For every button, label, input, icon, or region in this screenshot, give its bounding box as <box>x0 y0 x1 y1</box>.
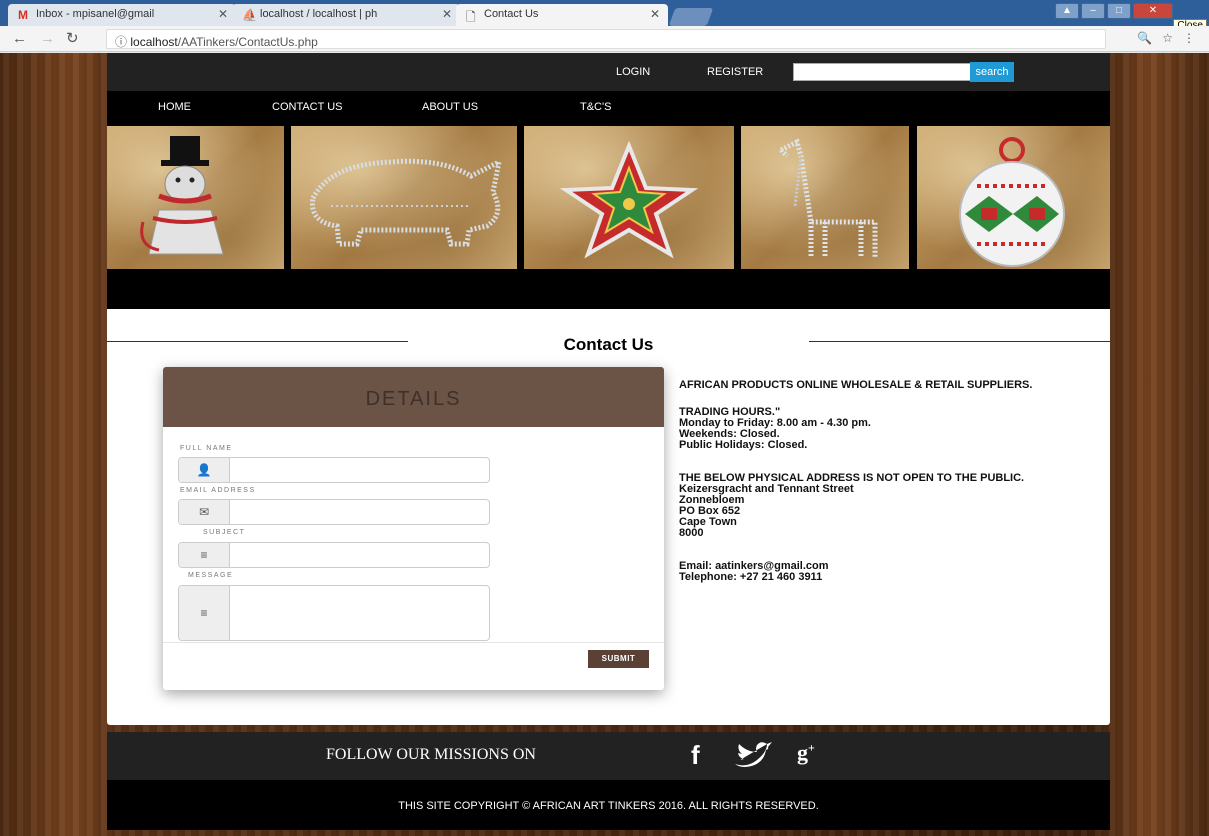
form-footer-divider <box>163 642 664 643</box>
site-container: LOGIN REGISTER search HOME CONTACT US AB… <box>107 53 1110 725</box>
address-city: Cape Town <box>679 516 737 528</box>
bauble-ornament-image <box>917 126 1110 269</box>
address-code: 8000 <box>679 527 704 539</box>
zoom-icon[interactable]: 🔍 <box>1137 31 1152 45</box>
subject-field[interactable]: ≡ <box>178 542 490 568</box>
tab-label: Inbox - mpisanel@gmail <box>36 8 155 20</box>
close-tab-icon[interactable]: ✕ <box>650 7 660 21</box>
hours-holiday: Public Holidays: Closed. <box>679 439 808 451</box>
search-button[interactable]: search <box>970 62 1014 82</box>
address-bar[interactable]: ⓘ localhost/AATinkers/ContactUs.php <box>106 29 1106 49</box>
full-name-label: FULL NAME <box>180 445 233 452</box>
snowman-ornament-image <box>107 126 284 269</box>
rhino-ornament-image <box>291 126 517 269</box>
register-link[interactable]: REGISTER <box>707 66 763 78</box>
browser-tab-gmail[interactable]: M Inbox - mpisanel@gmail ✕ <box>8 4 236 26</box>
lines-icon: ≡ <box>179 543 230 567</box>
page-viewport: LOGIN REGISTER search HOME CONTACT US AB… <box>0 53 1209 836</box>
info-heading: AFRICAN PRODUCTS ONLINE WHOLESALE & RETA… <box>679 379 1033 391</box>
maximize-icon[interactable]: □ <box>1107 3 1131 19</box>
copyright-footer: THIS SITE COPYRIGHT © AFRICAN ART TINKER… <box>107 780 1110 830</box>
giraffe-ornament-image <box>741 126 909 269</box>
tab-label: localhost / localhost | ph <box>260 8 378 20</box>
browser-tab-contact[interactable]: 🗋 Contact Us ✕ <box>456 4 668 26</box>
page-title: Contact Us <box>563 335 654 354</box>
banner-spacer <box>107 269 1110 309</box>
contact-form-card: DETAILS FULL NAME 👤 EMAIL ADDRESS ✉ SUBJ… <box>163 367 664 690</box>
close-window-icon[interactable]: ✕ <box>1133 3 1173 19</box>
submit-button[interactable]: SUBMIT <box>588 650 649 668</box>
star-icon[interactable]: ☆ <box>1162 31 1173 45</box>
url-path: /AATinkers/ContactUs.php <box>177 35 318 49</box>
envelope-icon: ✉ <box>179 500 230 524</box>
follow-text: FOLLOW OUR MISSIONS ON <box>326 746 536 763</box>
browser-tab-strip: M Inbox - mpisanel@gmail ✕ ⛵ localhost /… <box>0 0 1209 32</box>
contact-section: Contact Us DETAILS FULL NAME 👤 EMAIL ADD… <box>107 309 1110 725</box>
minimize-icon[interactable]: – <box>1081 3 1105 19</box>
close-tab-icon[interactable]: ✕ <box>442 7 452 21</box>
browser-actions: 🔍 ☆ ⋮ <box>1137 31 1195 45</box>
url-host: localhost <box>130 35 178 49</box>
window-controls: ▲ – □ ✕ <box>1055 3 1173 19</box>
contact-telephone: Telephone: +27 21 460 3911 <box>679 571 823 583</box>
user-icon[interactable]: ▲ <box>1055 3 1079 19</box>
tab-label: Contact Us <box>484 8 539 20</box>
address-po: PO Box 652 <box>679 505 741 517</box>
close-tab-icon[interactable]: ✕ <box>218 7 228 21</box>
google-plus-icon[interactable]: g+ <box>797 740 815 766</box>
forward-arrow-icon[interactable]: → <box>40 31 55 46</box>
nav-terms[interactable]: T&C'S <box>580 101 611 113</box>
full-name-field[interactable]: 👤 <box>178 457 490 483</box>
menu-icon[interactable]: ⋮ <box>1183 31 1195 45</box>
lines-icon: ≡ <box>179 586 230 640</box>
form-header: DETAILS <box>163 367 664 427</box>
reload-icon[interactable]: ↻ <box>66 31 79 46</box>
message-textarea[interactable]: ≡ <box>178 585 490 641</box>
subject-label: SUBJECT <box>203 529 246 536</box>
twitter-icon[interactable] <box>733 740 773 773</box>
nav-home[interactable]: HOME <box>158 101 191 113</box>
user-icon: 👤 <box>179 458 230 482</box>
email-label: EMAIL ADDRESS <box>180 487 256 494</box>
top-bar: LOGIN REGISTER search <box>107 53 1110 91</box>
product-banner <box>107 126 1110 269</box>
facebook-icon[interactable]: f <box>691 740 700 771</box>
new-tab-button[interactable] <box>668 8 714 26</box>
contact-info: AFRICAN PRODUCTS ONLINE WHOLESALE & RETA… <box>679 380 1079 583</box>
back-arrow-icon[interactable]: ← <box>12 31 27 46</box>
star-ornament-image <box>524 126 734 269</box>
email-field[interactable]: ✉ <box>178 499 490 525</box>
gmail-icon: M <box>18 8 28 22</box>
copyright-text: THIS SITE COPYRIGHT © AFRICAN ART TINKER… <box>398 800 819 812</box>
main-nav: HOME CONTACT US ABOUT US T&C'S <box>107 91 1110 126</box>
browser-toolbar: ← → ↻ ⓘ localhost/AATinkers/ContactUs.ph… <box>0 26 1209 52</box>
browser-tab-phpmyadmin[interactable]: ⛵ localhost / localhost | ph ✕ <box>232 4 460 26</box>
search-input[interactable] <box>793 63 971 81</box>
nav-about-us[interactable]: ABOUT US <box>422 101 478 113</box>
login-link[interactable]: LOGIN <box>616 66 650 78</box>
social-footer: FOLLOW OUR MISSIONS ON f g+ <box>107 732 1110 780</box>
nav-contact-us[interactable]: CONTACT US <box>272 101 343 113</box>
message-label: MESSAGE <box>188 572 234 579</box>
page-icon: 🗋 <box>466 10 476 24</box>
phpmyadmin-icon: ⛵ <box>242 8 257 22</box>
info-icon[interactable]: ⓘ <box>115 35 127 49</box>
